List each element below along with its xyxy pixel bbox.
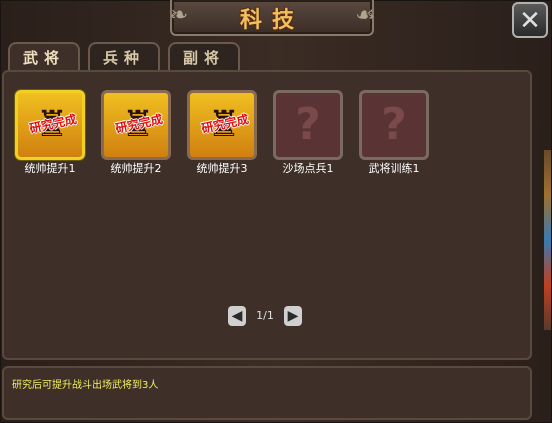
tech-card-label: 统帅提升2 [110,162,162,175]
tab-troops[interactable]: 兵种 [88,42,160,70]
tech-card-3[interactable]: ♜ 研究完成 统帅提升3 [187,90,257,178]
question-mark-icon: ? [295,99,321,150]
tab-generals[interactable]: 武将 [8,42,80,72]
tech-card-label: 统帅提升1 [24,162,76,175]
page-indicator: 1/1 [256,309,274,322]
title-ornament-right-icon: ☙ [355,3,375,28]
tech-card-label: 统帅提升3 [196,162,248,175]
description-panel: 研究后可提升战斗出场武将到3人 [2,366,532,420]
tech-card-label: 武将训练1 [368,162,420,175]
question-mark-icon: ? [381,99,407,150]
tech-card-1[interactable]: ♜ 研究完成 统帅提升1 [15,90,85,178]
tech-card-frame: ♜ 研究完成 [101,90,171,160]
pagination: ◀ 1/1 ▶ [0,306,530,326]
title-bar: ❧ 科技 ☙ [170,0,375,36]
tech-card-5[interactable]: ? 武将训练1 [359,90,429,178]
tech-card-label: 沙场点兵1 [282,162,334,175]
tab-deputies[interactable]: 副将 [168,42,240,70]
tech-card-2[interactable]: ♜ 研究完成 统帅提升2 [101,90,171,178]
prev-page-button[interactable]: ◀ [228,306,246,326]
next-page-button[interactable]: ▶ [284,306,302,326]
tech-card-4[interactable]: ? 沙场点兵1 [273,90,343,178]
tech-description: 研究后可提升战斗出场武将到3人 [12,380,159,391]
tech-card-frame: ? [359,90,429,160]
tech-card-frame: ♜ 研究完成 [15,90,85,160]
window-title: 科技 [239,8,304,33]
tech-card-frame: ? [273,90,343,160]
tech-card-frame: ♜ 研究完成 [187,90,257,160]
close-button[interactable]: ✕ [512,2,548,38]
